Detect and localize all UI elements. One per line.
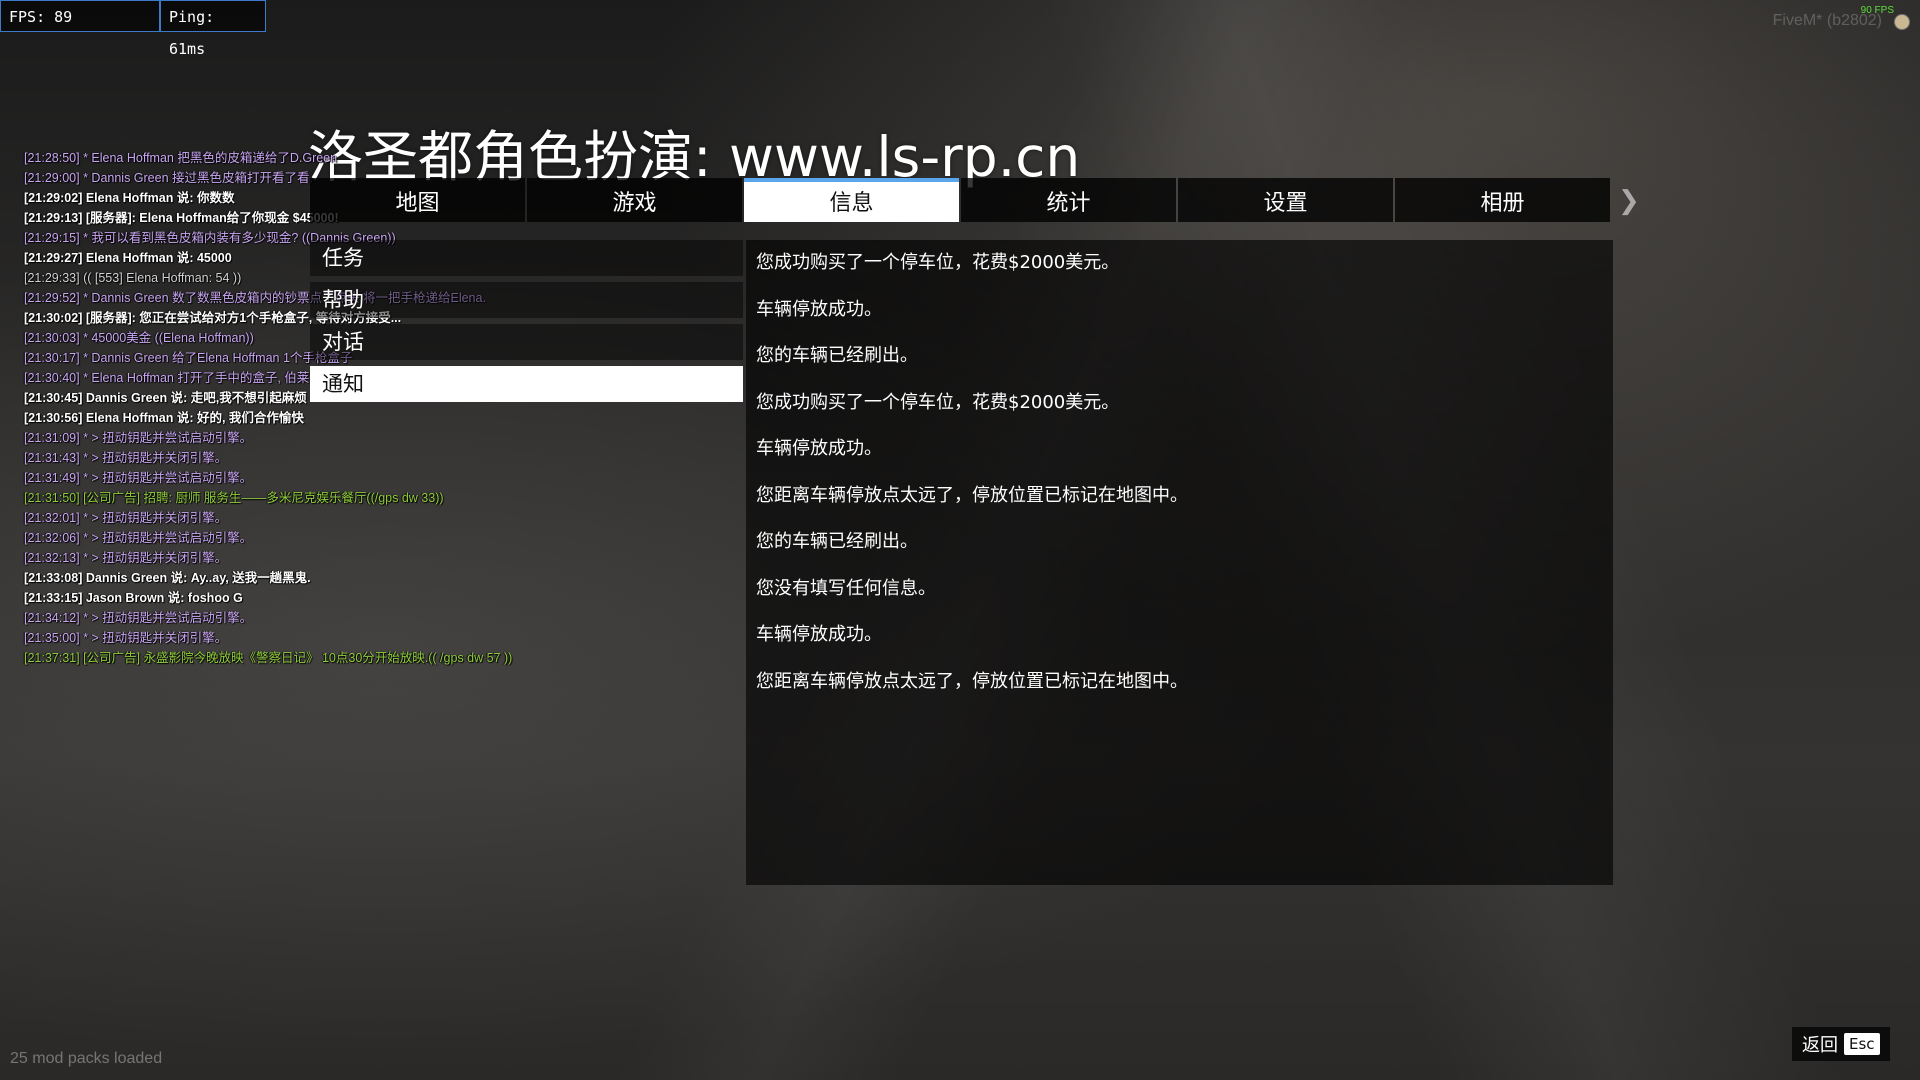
submenu-item-0[interactable]: 任务 [310,240,743,276]
chat-line: [21:33:08] Dannis Green 说: Ay..ay, 送我一趟黑… [24,571,311,585]
info-message: 车辆停放成功。 [756,298,882,320]
mod-packs-status: 25 mod packs loaded [10,1050,163,1067]
fps-counter: FPS: 89 [0,0,160,32]
tab-2[interactable]: 信息 [744,178,959,222]
submenu-item-2[interactable]: 对话 [310,324,743,360]
fivem-build-label: FiveM* (b2802) [1772,12,1882,29]
info-submenu: 任务 帮助 对话 通知 [310,240,743,408]
chat-line: [21:30:56] Elena Hoffman 说: 好的, 我们合作愉快 [24,411,304,425]
chat-line: [21:31:50] [公司广告] 招聘: 厨师 服务生——多米尼克娱乐餐厅((… [24,491,444,505]
chat-line: [21:32:13] * > 扭动钥匙并关闭引擎。 [24,551,228,565]
info-message: 车辆停放成功。 [756,624,882,645]
info-message: 您成功购买了一个停车位，花费$2000美元。 [756,252,1120,273]
info-message: 您距离车辆停放点太远了，停放位置已标记在地图中。 [756,670,1188,692]
tab-1[interactable]: 游戏 [527,178,742,222]
chevron-right-icon[interactable]: ❯ [1618,186,1640,216]
tab-5[interactable]: 相册 [1395,178,1610,222]
info-message: 您距离车辆停放点太远了，停放位置已标记在地图中。 [756,484,1188,506]
esc-key-icon: Esc [1844,1033,1880,1055]
performance-overlay: FPS: 89 Ping: 61ms [0,0,266,58]
submenu-item-1[interactable]: 帮助 [310,282,743,318]
ping-counter: Ping: 61ms [160,0,266,58]
chat-line: [21:31:09] * > 扭动钥匙并尝试启动引擎。 [24,431,253,445]
chat-line: [21:35:00] * > 扭动钥匙并关闭引擎。 [24,631,228,645]
info-message: 您成功购买了一个停车位，花费$2000美元。 [756,391,1120,413]
chat-line: [21:31:43] * > 扭动钥匙并关闭引擎。 [24,451,228,465]
back-button[interactable]: 返回 Esc [1792,1027,1890,1061]
info-message: 您没有填写任何信息。 [756,577,936,599]
chat-line: [21:32:06] * > 扭动钥匙并尝试启动引擎。 [24,531,253,545]
back-label: 返回 [1802,1035,1838,1056]
info-message: 您的车辆已经刷出。 [756,531,918,552]
info-panel: 您成功购买了一个停车位，花费$2000美元。 车辆停放成功。 您的车辆已经刷出。 您成… [746,240,1613,885]
info-message: 车辆停放成功。 [756,438,882,459]
chat-line: [21:28:50] * Elena Hoffman 把黑色的皮箱递给了D.Gr… [24,151,338,165]
chat-line: [21:34:12] * > 扭动钥匙并尝试启动引擎。 [24,611,253,625]
chat-line: [21:31:49] * > 扭动钥匙并尝试启动引擎。 [24,471,253,485]
tab-4[interactable]: 设置 [1178,178,1393,222]
info-message: 您的车辆已经刷出。 [756,345,918,366]
chat-log: [21:28:50] * Elena Hoffman 把黑色的皮箱递给了D.Gr… [24,148,584,668]
pause-menu-tabs: 地图 游戏 信息 统计 设置 相册 [310,178,1612,222]
tab-0[interactable]: 地图 [310,178,525,222]
fivem-logo-icon [1894,14,1910,30]
tab-3[interactable]: 统计 [961,178,1176,222]
chat-line: [21:37:31] [公司广告] 永盛影院今晚放映《警察日记》 10点30分开… [24,651,513,665]
chat-line: [21:32:01] * > 扭动钥匙并关闭引擎。 [24,511,228,525]
submenu-item-3[interactable]: 通知 [310,366,743,402]
chat-line: [21:33:15] Jason Brown 说: foshoo G [24,591,243,605]
